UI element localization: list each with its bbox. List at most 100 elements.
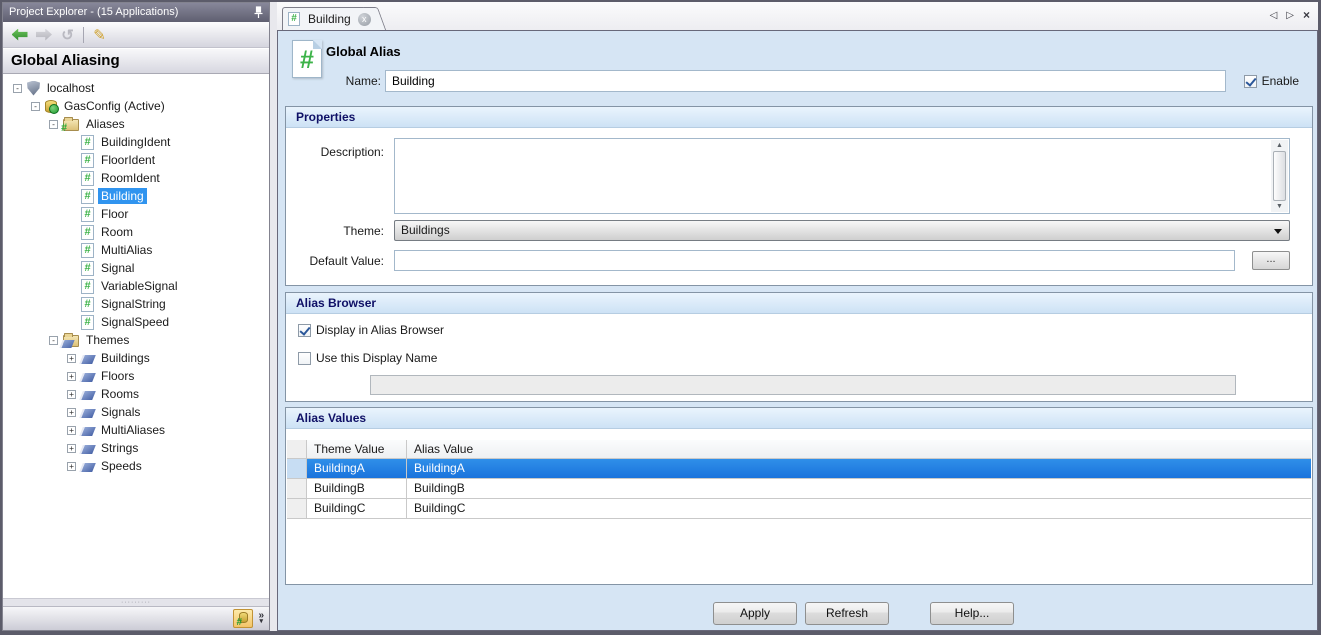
expand-icon[interactable]: + xyxy=(67,426,76,435)
expand-icon[interactable]: + xyxy=(67,354,76,363)
alias-value-cell[interactable]: BuildingC xyxy=(407,499,1311,518)
database-icon xyxy=(45,100,57,113)
tab-scroll-left-icon[interactable]: ◁ xyxy=(1270,10,1278,21)
tree-item-variablesignal[interactable]: #VariableSignal xyxy=(3,277,269,295)
column-header-alias-value[interactable]: Alias Value xyxy=(407,440,1311,458)
tree-item-buildings[interactable]: +Buildings xyxy=(3,349,269,367)
back-arrow-icon[interactable] xyxy=(11,28,28,42)
expand-icon[interactable]: + xyxy=(67,372,76,381)
enable-checkbox[interactable] xyxy=(1244,75,1257,88)
collapse-icon[interactable]: - xyxy=(49,120,58,129)
refresh-icon[interactable]: ↺ xyxy=(59,28,76,42)
global-aliasing-tool-button[interactable]: # xyxy=(233,609,253,628)
description-textarea[interactable] xyxy=(395,139,1271,213)
use-display-name-row[interactable]: Use this Display Name xyxy=(298,351,437,365)
alias-icon: # xyxy=(81,243,94,258)
back-arrow-icon xyxy=(12,29,28,41)
table-row[interactable]: BuildingBBuildingB xyxy=(287,479,1311,499)
expander-spacer xyxy=(67,246,76,255)
alias-browser-group: Alias Browser Display in Alias Browser U… xyxy=(285,292,1313,402)
default-value-input[interactable] xyxy=(394,250,1235,271)
panel-splitter[interactable] xyxy=(270,2,277,631)
display-in-alias-browser-row[interactable]: Display in Alias Browser xyxy=(298,323,444,337)
tree-item-multialiases[interactable]: +MultiAliases xyxy=(3,421,269,439)
scroll-up-icon[interactable]: ▲ xyxy=(1276,142,1283,149)
tree-item-signals[interactable]: +Signals xyxy=(3,403,269,421)
tree-item-signalstring[interactable]: #SignalString xyxy=(3,295,269,313)
tree-item-label: RoomIdent xyxy=(98,170,163,186)
collapse-icon[interactable]: - xyxy=(31,102,40,111)
tree-item-aliases[interactable]: -#Aliases xyxy=(3,115,269,133)
alias-value-cell[interactable]: BuildingA xyxy=(407,459,1311,478)
row-selector[interactable] xyxy=(287,459,307,478)
row-selector[interactable] xyxy=(287,499,307,518)
tree-item-rooms[interactable]: +Rooms xyxy=(3,385,269,403)
alias-values-table: Theme ValueAlias ValueBuildingABuildingA… xyxy=(287,440,1311,519)
display-name-input xyxy=(370,375,1236,395)
table-row[interactable]: BuildingCBuildingC xyxy=(287,499,1311,519)
collapse-icon[interactable]: - xyxy=(13,84,22,93)
enable-checkbox-row[interactable]: Enable xyxy=(1244,74,1299,88)
tree-item-floor[interactable]: #Floor xyxy=(3,205,269,223)
tree-item-themes[interactable]: -Themes xyxy=(3,331,269,349)
theme-value-cell[interactable]: BuildingC xyxy=(307,499,407,518)
table-header-row: Theme ValueAlias Value xyxy=(287,440,1311,459)
tree-item-signalspeed[interactable]: #SignalSpeed xyxy=(3,313,269,331)
pin-icon[interactable] xyxy=(254,6,263,19)
explorer-toolbar: ↺✎ xyxy=(3,22,269,48)
expand-icon[interactable]: + xyxy=(67,444,76,453)
tab-close-icon[interactable]: x xyxy=(358,13,371,26)
tree-item-floors[interactable]: +Floors xyxy=(3,367,269,385)
splitter-handle[interactable]: ········· xyxy=(3,598,269,607)
tree-item-floorident[interactable]: #FloorIdent xyxy=(3,151,269,169)
forward-arrow-icon[interactable] xyxy=(35,28,52,42)
expander-spacer xyxy=(67,264,76,273)
scroll-down-icon[interactable]: ▼ xyxy=(1276,203,1283,210)
tree-item-speeds[interactable]: +Speeds xyxy=(3,457,269,475)
theme-value-cell[interactable]: BuildingB xyxy=(307,479,407,498)
properties-group: Properties Description: ▲ ▼ Theme: Build… xyxy=(285,106,1313,286)
tree-item-roomident[interactable]: # RoomIdent xyxy=(3,169,269,187)
tree-item-label: Aliases xyxy=(83,116,128,132)
tree-item-building[interactable]: #Building xyxy=(3,187,269,205)
collapse-icon[interactable]: - xyxy=(49,336,58,345)
edit-pencil-icon[interactable]: ✎ xyxy=(91,28,108,42)
tab-scroll-right-icon[interactable]: ▷ xyxy=(1286,10,1294,21)
expand-icon[interactable]: + xyxy=(67,408,76,417)
book-icon xyxy=(79,463,96,472)
name-input[interactable] xyxy=(385,70,1226,92)
description-scrollbar[interactable]: ▲ ▼ xyxy=(1271,140,1288,212)
page-title: Global Alias xyxy=(326,44,401,59)
tree-item-signal[interactable]: #Signal xyxy=(3,259,269,277)
apply-button[interactable]: Apply xyxy=(713,602,797,625)
alias-icon: # xyxy=(81,171,94,186)
help-button[interactable]: Help... xyxy=(930,602,1014,625)
theme-dropdown[interactable]: Buildings xyxy=(394,220,1290,241)
scrollbar-thumb[interactable] xyxy=(1273,151,1286,201)
tree-item-room[interactable]: #Room xyxy=(3,223,269,241)
use-display-name-checkbox[interactable] xyxy=(298,352,311,365)
alias-icon: # xyxy=(81,297,94,312)
alias-value-cell[interactable]: BuildingB xyxy=(407,479,1311,498)
browse-button[interactable]: ... xyxy=(1252,251,1290,270)
tree-item-localhost[interactable]: -localhost xyxy=(3,79,269,97)
display-in-alias-browser-checkbox[interactable] xyxy=(298,324,311,337)
tree-item-buildingident[interactable]: #BuildingIdent xyxy=(3,133,269,151)
close-document-icon[interactable]: × xyxy=(1303,8,1310,22)
default-value-label: Default Value: xyxy=(294,254,384,268)
tree-item-strings[interactable]: +Strings xyxy=(3,439,269,457)
expand-icon[interactable]: + xyxy=(67,390,76,399)
shield-icon xyxy=(27,81,40,96)
tree-item-multialias[interactable]: #MultiAlias xyxy=(3,241,269,259)
refresh-button[interactable]: Refresh xyxy=(805,602,889,625)
project-explorer-title-bar[interactable]: Project Explorer - (15 Applications) xyxy=(3,3,269,22)
row-selector[interactable] xyxy=(287,479,307,498)
expander-spacer xyxy=(67,192,76,201)
theme-value-cell[interactable]: BuildingA xyxy=(307,459,407,478)
table-row[interactable]: BuildingABuildingA xyxy=(287,459,1311,479)
tree-item-gasconfig-active[interactable]: -GasConfig (Active) xyxy=(3,97,269,115)
tab-building[interactable]: # Building x xyxy=(282,7,373,30)
column-header-theme-value[interactable]: Theme Value xyxy=(307,440,407,458)
overflow-chevron-icon[interactable]: » ▾ xyxy=(258,613,264,625)
expand-icon[interactable]: + xyxy=(67,462,76,471)
